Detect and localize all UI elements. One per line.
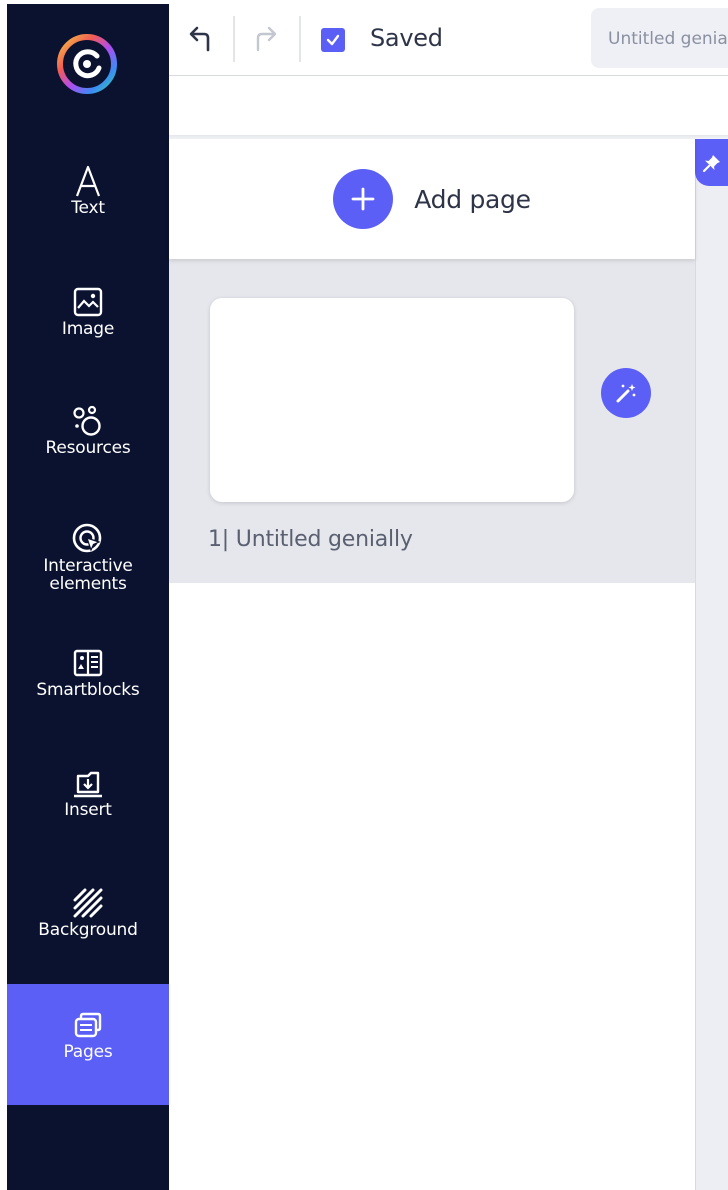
genially-logo-icon[interactable] <box>55 32 119 96</box>
redo-button[interactable] <box>249 22 283 56</box>
sidebar-item-label: Interactive <box>43 556 133 576</box>
sidebar-item-text[interactable]: Text <box>7 164 169 218</box>
undo-icon <box>189 26 210 52</box>
sidebar-item-label: Smartblocks <box>36 680 140 700</box>
checkmark-icon <box>326 34 340 46</box>
add-page-label: Add page <box>414 184 531 214</box>
sidebar-item-interactive-elements[interactable]: Interactive elements <box>7 522 169 594</box>
sidebar: Text Image Resources Interactive element… <box>7 4 169 1190</box>
sidebar-item-label: Insert <box>64 800 112 820</box>
sidebar-item-label: Resources <box>45 438 131 458</box>
top-toolbar: Saved Untitled genially <box>169 4 728 76</box>
toolbar-divider <box>299 16 301 62</box>
sidebar-item-label: Text <box>71 198 105 218</box>
sidebar-item-resources[interactable]: Resources <box>7 404 169 458</box>
sidebar-item-pages[interactable]: Pages <box>7 984 169 1105</box>
sidebar-item-label: Background <box>38 920 138 940</box>
sidebar-item-insert[interactable]: Insert <box>7 766 169 820</box>
smartblocks-icon <box>73 646 103 680</box>
pages-icon <box>73 1008 103 1042</box>
insert-icon <box>71 766 105 800</box>
sidebar-item-label: Image <box>61 319 115 339</box>
pages-panel: Add page 1| Untitled genially <box>169 139 695 1190</box>
sidebar-item-background[interactable]: Background <box>7 886 169 940</box>
resources-icon <box>71 404 105 438</box>
toolbar-divider <box>233 16 235 62</box>
pin-icon <box>702 154 720 172</box>
sidebar-item-label: elements <box>49 574 127 594</box>
canvas-area[interactable] <box>695 139 728 1190</box>
page-thumbnail[interactable] <box>210 298 574 502</box>
page-list: 1| Untitled genially <box>169 259 695 583</box>
app-frame: Text Image Resources Interactive element… <box>0 0 728 1190</box>
magic-wand-icon <box>616 384 636 403</box>
saved-checkbox <box>321 28 345 52</box>
image-icon <box>73 285 103 319</box>
background-icon <box>71 886 105 920</box>
sidebar-item-smartblocks[interactable]: Smartblocks <box>7 646 169 700</box>
sidebar-item-label: Pages <box>63 1042 113 1062</box>
window-edge <box>0 0 7 1190</box>
undo-button[interactable] <box>183 22 217 56</box>
add-page-button[interactable]: Add page <box>169 139 695 259</box>
page-caption: 1| Untitled genially <box>208 527 413 552</box>
document-title: Untitled genially <box>608 29 728 49</box>
interactive-icon <box>71 522 105 556</box>
sidebar-item-image[interactable]: Image <box>7 285 169 339</box>
sub-toolbar <box>169 77 728 135</box>
plus-icon <box>333 169 394 229</box>
document-title-field[interactable]: Untitled genially <box>591 8 728 68</box>
magic-wand-button[interactable] <box>601 368 651 418</box>
saved-status: Saved <box>370 24 443 52</box>
redo-icon <box>256 26 277 52</box>
pin-panel-button[interactable] <box>695 139 728 186</box>
text-a-icon <box>74 164 102 198</box>
